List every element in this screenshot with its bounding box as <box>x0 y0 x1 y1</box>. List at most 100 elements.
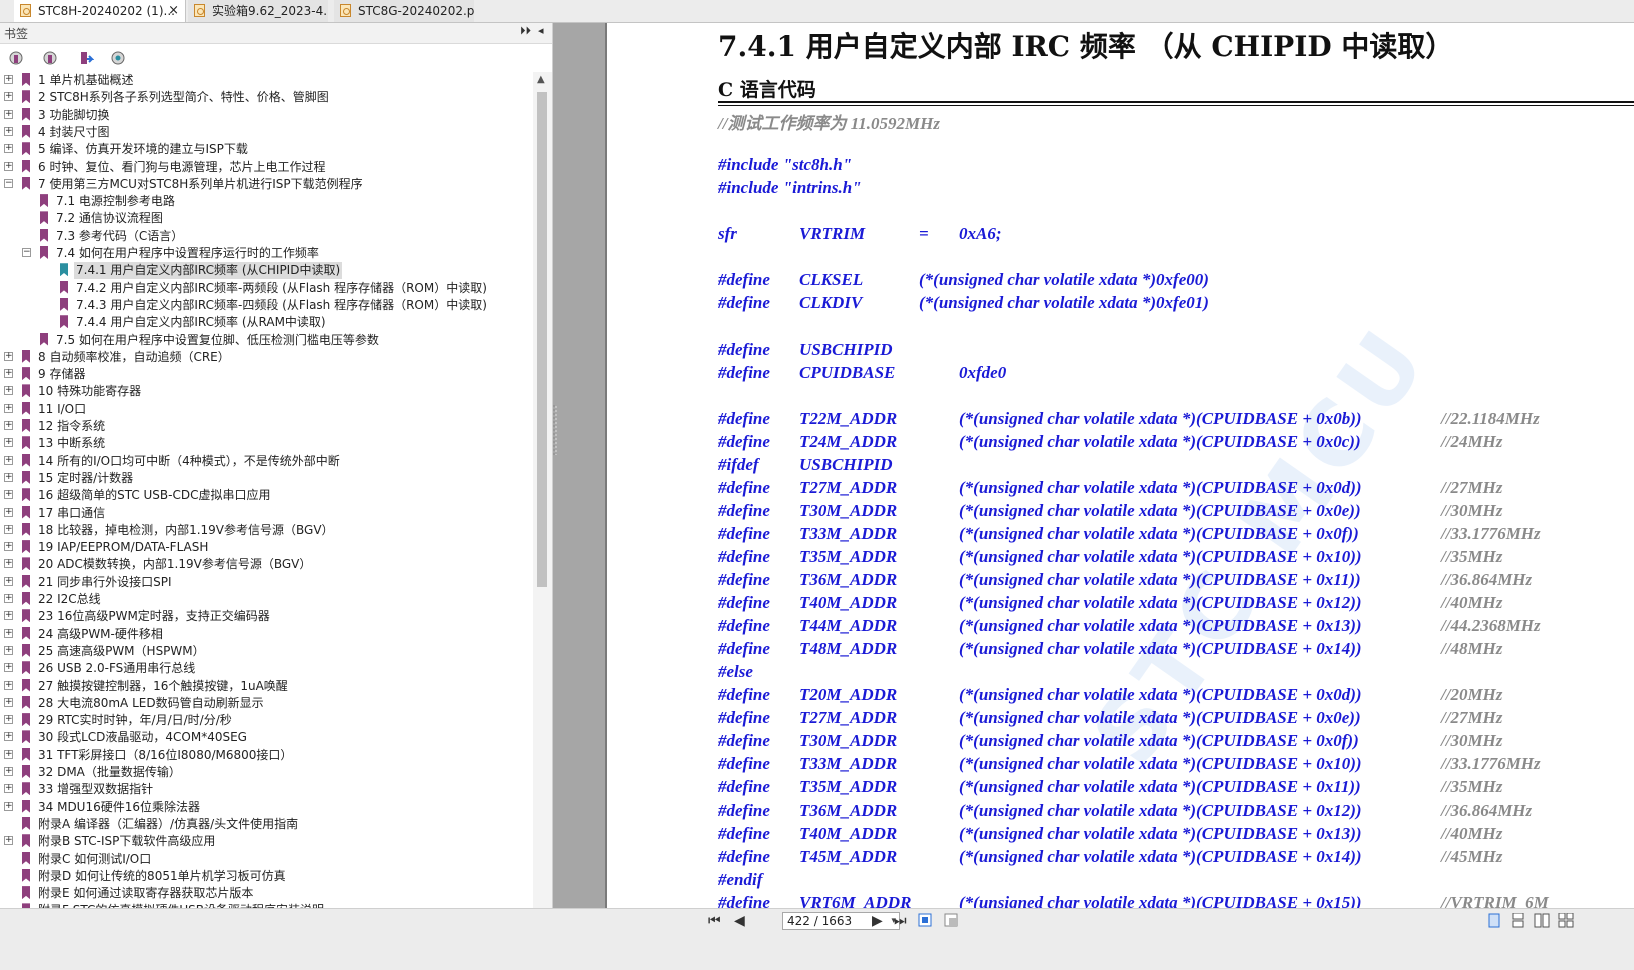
collapse-icon[interactable]: − <box>4 178 13 188</box>
bookmark-item[interactable]: +18 比较器，掉电检测，内部1.19V参考信号源（BGV） <box>0 522 533 539</box>
expand-icon[interactable]: + <box>4 801 13 811</box>
expand-icon[interactable]: + <box>4 490 13 500</box>
expand-icon[interactable]: + <box>4 386 13 396</box>
bookmark-item[interactable]: +29 RTC实时时钟，年/月/日/时/分/秒 <box>0 712 533 729</box>
bookmark-item[interactable]: 7.4.4 用户自定义内部IRC频率 (从RAM中读取) <box>0 314 533 331</box>
expand-icon[interactable]: + <box>4 369 13 379</box>
bookmark-item[interactable]: +16 超级简单的STC USB-CDC虚拟串口应用 <box>0 487 533 504</box>
bookmark-item[interactable]: − 7 使用第三方MCU对STC8H系列单片机进行ISP下载范例程序 <box>0 176 533 193</box>
bookmark-item[interactable]: +26 USB 2.0-FS通用串行总线 <box>0 660 533 677</box>
bookmark-item[interactable]: 7.4.3 用户自定义内部IRC频率-四频段 (从Flash 程序存储器（ROM… <box>0 297 533 314</box>
expand-bookmark-icon[interactable] <box>42 50 60 68</box>
continuous-icon[interactable] <box>1510 913 1526 928</box>
tab-document-1[interactable]: STC8H-20240202 (1)... × <box>14 0 186 22</box>
last-page-button[interactable]: ⏭ <box>894 913 907 929</box>
fit-page-icon[interactable] <box>918 913 934 928</box>
find-bookmark-icon[interactable] <box>110 50 128 68</box>
bookmark-item[interactable]: +25 高速高级PWM（HSPWM） <box>0 643 533 660</box>
bookmark-item[interactable]: 7.1 电源控制参考电路 <box>0 193 533 210</box>
bookmark-item[interactable]: +11 I/O口 <box>0 401 533 418</box>
scrollbar-thumb[interactable] <box>537 92 547 587</box>
bookmark-item[interactable]: +34 MDU16硬件16位乘除法器 <box>0 799 533 816</box>
bookmark-item[interactable]: +13 中断系统 <box>0 435 533 452</box>
bookmark-item[interactable]: 7.5 如何在用户程序中设置复位脚、低压检测门槛电压等参数 <box>0 332 533 349</box>
bookmark-item[interactable]: +31 TFT彩屏接口（8/16位I8080/M6800接口） <box>0 747 533 764</box>
expand-icon[interactable]: + <box>4 542 13 552</box>
expand-icon[interactable]: + <box>4 421 13 430</box>
actual-size-icon[interactable] <box>944 913 960 928</box>
expand-icon[interactable]: + <box>4 697 13 707</box>
bookmark-item[interactable]: 附录E 如何通过读取寄存器获取芯片版本 <box>0 885 533 902</box>
expand-icon[interactable]: + <box>4 126 13 136</box>
expand-icon[interactable]: + <box>4 351 13 361</box>
single-page-icon[interactable] <box>1486 913 1502 928</box>
collapse-icon[interactable]: − <box>22 248 31 257</box>
expand-icon[interactable]: + <box>4 403 13 413</box>
expand-icon[interactable]: + <box>4 92 13 102</box>
two-page-icon[interactable] <box>1534 913 1550 928</box>
expand-icon[interactable]: + <box>4 524 13 534</box>
expand-icon[interactable]: + <box>4 559 13 569</box>
expand-icon[interactable]: + <box>4 628 13 638</box>
previous-page-button[interactable]: ◀ <box>734 913 745 929</box>
bookmark-item[interactable]: 7.2 通信协议流程图 <box>0 210 533 227</box>
bookmark-item[interactable]: +21 同步串行外设接口SPI <box>0 574 533 591</box>
expand-icon[interactable]: + <box>4 836 13 846</box>
bookmark-item[interactable]: +15 定时器/计数器 <box>0 470 533 487</box>
expand-icon[interactable]: + <box>4 611 13 621</box>
expand-icon[interactable]: + <box>4 767 13 776</box>
collapse-panel-icon[interactable]: ⏵⏵ <box>520 24 531 38</box>
expand-icon[interactable]: + <box>4 75 13 84</box>
splitter-grip-icon[interactable] <box>553 405 557 455</box>
expand-icon[interactable]: + <box>4 576 13 586</box>
first-page-button[interactable]: ⏮ <box>708 913 721 929</box>
bookmark-options-icon[interactable] <box>8 50 26 68</box>
bookmark-item[interactable]: +4 封装尺寸图 <box>0 124 533 141</box>
bookmark-item[interactable]: +5 编译、仿真开发环境的建立与ISP下载 <box>0 141 533 158</box>
tab-document-3[interactable]: STC8G-20240202.p... <box>334 0 474 22</box>
close-icon[interactable]: × <box>168 0 179 22</box>
bookmark-item[interactable]: +30 段式LCD液晶驱动，4COM*40SEG <box>0 729 533 746</box>
bookmark-item[interactable]: +3 功能脚切换 <box>0 107 533 124</box>
bookmark-item[interactable]: 7.4.2 用户自定义内部IRC频率-两频段 (从Flash 程序存储器（ROM… <box>0 280 533 297</box>
go-to-bookmark-icon[interactable] <box>76 50 94 68</box>
bookmark-item[interactable]: +28 大电流80mA LED数码管自动刷新显示 <box>0 695 533 712</box>
bookmark-item[interactable]: − 7.4 如何在用户程序中设置程序运行时的工作频率 <box>0 245 533 262</box>
bookmark-item[interactable]: +1 单片机基础概述 <box>0 72 533 89</box>
bookmark-item[interactable]: +23 16位高级PWM定时器，支持正交编码器 <box>0 608 533 625</box>
expand-icon[interactable]: + <box>4 438 13 448</box>
expand-icon[interactable]: + <box>4 594 13 603</box>
expand-icon[interactable]: + <box>4 749 13 759</box>
bookmark-item[interactable]: +9 存储器 <box>0 366 533 383</box>
expand-icon[interactable]: + <box>4 455 13 465</box>
bookmark-item[interactable]: +20 ADC模数转换，内部1.19V参考信号源（BGV） <box>0 556 533 573</box>
expand-icon[interactable]: + <box>4 663 13 673</box>
bookmark-item[interactable]: + 附录B STC-ISP下载软件高级应用 <box>0 833 533 850</box>
expand-icon[interactable]: + <box>4 109 13 119</box>
two-page-continuous-icon[interactable] <box>1558 913 1574 928</box>
bookmark-item[interactable]: +10 特殊功能寄存器 <box>0 383 533 400</box>
bookmark-item[interactable]: 附录C 如何测试I/O口 <box>0 851 533 868</box>
expand-icon[interactable]: + <box>4 680 13 690</box>
expand-icon[interactable]: + <box>4 645 13 655</box>
tab-document-2[interactable]: 实验箱9.62_2023-4... <box>188 0 328 22</box>
expand-icon[interactable]: + <box>4 472 13 482</box>
bookmark-item[interactable]: +8 自动频率校准，自动追频（CRE） <box>0 349 533 366</box>
scroll-up-icon[interactable]: ▲ <box>537 74 545 85</box>
bookmark-item[interactable]: +17 串口通信 <box>0 505 533 522</box>
expand-icon[interactable]: + <box>4 715 13 725</box>
expand-icon[interactable]: + <box>4 161 13 171</box>
expand-icon[interactable]: + <box>4 784 13 794</box>
bookmark-item[interactable]: 7.3 参考代码（C语言） <box>0 228 533 245</box>
expand-icon[interactable]: + <box>4 507 13 517</box>
bookmark-item[interactable]: +27 触摸按键控制器，16个触摸按键，1uA唤醒 <box>0 678 533 695</box>
expand-icon[interactable]: + <box>4 144 13 154</box>
bookmark-item[interactable]: +32 DMA（批量数据传输） <box>0 764 533 781</box>
bookmark-item[interactable]: +33 增强型双数据指针 <box>0 781 533 798</box>
bookmark-item[interactable]: +24 高级PWM-硬件移相 <box>0 626 533 643</box>
bookmark-item[interactable]: 附录A 编译器（汇编器）/仿真器/头文件使用指南 <box>0 816 533 833</box>
bookmark-item[interactable]: +12 指令系统 <box>0 418 533 435</box>
bookmarks-scrollbar[interactable]: ▲ ▼ <box>533 72 552 930</box>
bookmark-item[interactable]: 附录D 如何让传统的8051单片机学习板可仿真 <box>0 868 533 885</box>
bookmark-item[interactable]: +22 I2C总线 <box>0 591 533 608</box>
